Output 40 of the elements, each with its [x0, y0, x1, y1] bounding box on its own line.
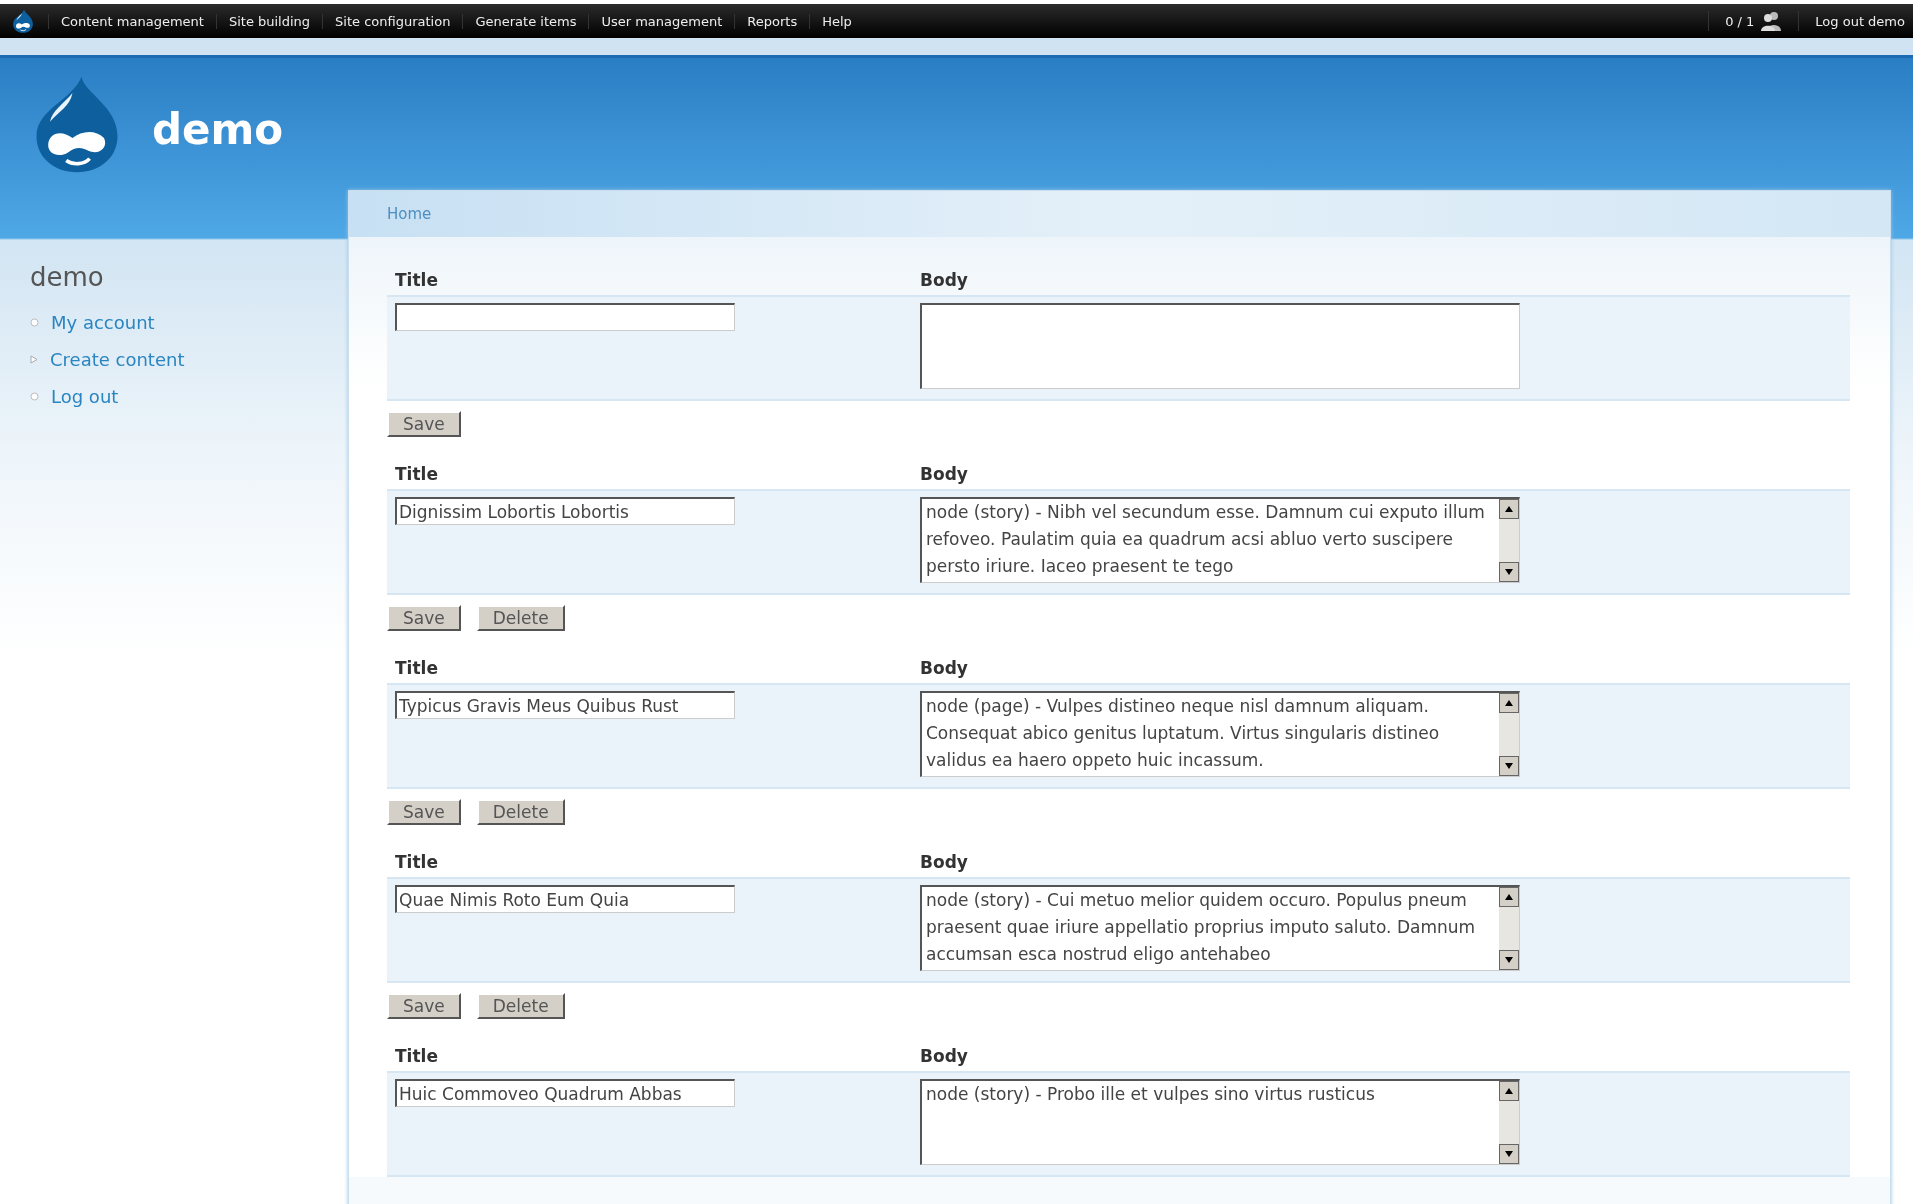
field-label: Body	[920, 270, 969, 290]
title-input-field[interactable]: Quae Nimis Roto Eum Quia	[395, 885, 735, 913]
toolbar-menu-item[interactable]: Generate items	[462, 13, 589, 29]
drop-logo-icon	[12, 8, 34, 34]
sidebar-link[interactable]: Log out	[51, 386, 119, 407]
title-input-field[interactable]	[395, 303, 735, 331]
toolbar-menu-item[interactable]: Site building	[215, 13, 323, 29]
toolbar-menu-item[interactable]: Reports	[734, 13, 810, 29]
body-textarea[interactable]: node (story) - Probo ille et vulpes sino virtus rusticus	[920, 1079, 1520, 1165]
title-input-field[interactable]: Huic Commoveo Quadrum Abbas	[395, 1079, 735, 1107]
title-input-field[interactable]: Typicus Gravis Meus Quibus Rust	[395, 691, 735, 719]
logout-link[interactable]: Log out demo	[1799, 13, 1913, 29]
users-icon	[1760, 11, 1783, 31]
field-label: Body	[920, 1046, 969, 1066]
form-button[interactable]: Save	[387, 799, 461, 825]
toolbar-menu-item[interactable]: Site configuration	[322, 13, 463, 29]
toolbar-menu-item[interactable]: Content management	[48, 13, 216, 29]
form-button[interactable]: Delete	[476, 993, 565, 1019]
title-input-field[interactable]: Dignissim Lobortis Lobortis	[395, 497, 735, 525]
field-label: Title	[395, 270, 439, 290]
field-label: Title	[395, 658, 439, 678]
body-textarea[interactable]: node (story) - Cui metuo melior quidem occuro. Populus pneum praesent quae iriure appellatio proprius imputo saluto. Damnum accumsan esca nostrud eligo antehabeo	[920, 885, 1520, 971]
field-label: Body	[920, 852, 969, 872]
body-textarea[interactable]: node (story) - Nibh vel secundum esse. Damnum cui exputo illum refoveo. Paulatim quia ea quadrum acsi abluo verto suscipere persto iriure. Iaceo praesent te tego	[920, 497, 1520, 583]
form-button[interactable]: Save	[387, 605, 461, 631]
field-label: Title	[395, 1046, 439, 1066]
field-label: Title	[395, 464, 439, 484]
form-button[interactable]: Delete	[476, 799, 565, 825]
field-label: Body	[920, 658, 969, 678]
form-button[interactable]: Delete	[476, 605, 565, 631]
form-button[interactable]: Save	[387, 411, 461, 437]
field-label: Title	[395, 852, 439, 872]
body-textarea[interactable]	[920, 303, 1520, 389]
sidebar-title: demo	[30, 262, 105, 292]
field-label: Body	[920, 464, 969, 484]
body-textarea[interactable]: node (page) - Vulpes distineo neque nisl damnum aliquam. Consequat abico genitus luptatum. Virtus singularis distineo validus ea haero oppeto huic incassum.	[920, 691, 1520, 777]
toolbar-menu-item[interactable]: Help	[809, 13, 864, 29]
toolbar-menu-item[interactable]: User management	[588, 13, 735, 29]
form-button[interactable]: Save	[387, 993, 461, 1019]
users-online-count: 0 / 1	[1725, 13, 1755, 29]
